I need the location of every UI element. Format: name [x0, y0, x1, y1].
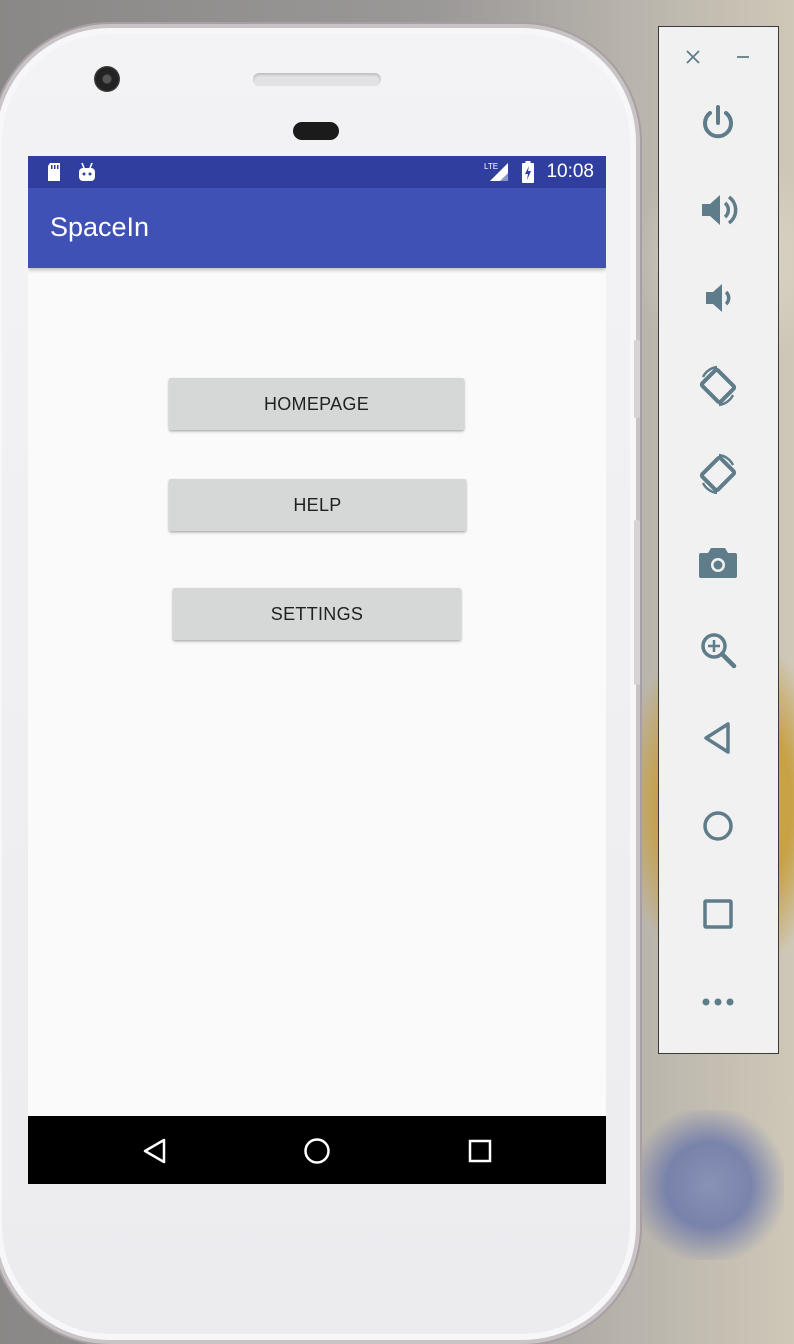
battery-charging-icon — [522, 161, 534, 187]
android-icon — [78, 162, 96, 186]
home-icon[interactable] — [695, 803, 741, 849]
power-side-button — [634, 520, 640, 685]
back-icon[interactable] — [140, 1136, 170, 1166]
emulator-toolbar — [658, 26, 779, 1054]
status-bar: LTE 10:08 — [28, 156, 606, 188]
help-button[interactable]: HELP — [169, 479, 466, 531]
sd-card-icon — [46, 162, 62, 186]
more-icon[interactable] — [695, 979, 741, 1025]
status-time: 10:08 — [546, 161, 594, 182]
rotate-left-icon[interactable] — [695, 363, 741, 409]
overview-icon[interactable] — [695, 891, 741, 937]
lte-signal-icon: LTE — [484, 160, 510, 186]
camera-icon[interactable] — [695, 539, 741, 585]
volume-down-icon[interactable] — [695, 275, 741, 321]
app-title: SpaceIn — [50, 212, 150, 242]
front-camera — [94, 66, 120, 92]
power-icon[interactable] — [695, 100, 741, 146]
navigation-bar — [28, 1116, 606, 1184]
homepage-button[interactable]: HOMEPAGE — [169, 378, 464, 430]
volume-rocker — [634, 340, 640, 418]
close-icon[interactable] — [681, 45, 705, 69]
device-screen: LTE 10:08 SpaceIn HOMEPAGE HELP SETTINGS — [28, 156, 606, 1184]
recents-icon[interactable] — [465, 1136, 495, 1166]
proximity-sensor — [293, 122, 339, 140]
volume-up-icon[interactable] — [695, 187, 741, 233]
wallpaper-blue — [634, 1110, 784, 1260]
earpiece-speaker — [253, 73, 381, 86]
back-icon[interactable] — [695, 715, 741, 761]
home-icon[interactable] — [302, 1136, 332, 1166]
lte-label: LTE — [484, 162, 498, 171]
zoom-icon[interactable] — [695, 627, 741, 673]
minimize-icon[interactable] — [731, 45, 755, 69]
app-bar: SpaceIn — [28, 188, 606, 268]
rotate-right-icon[interactable] — [695, 451, 741, 497]
settings-button[interactable]: SETTINGS — [173, 588, 461, 640]
